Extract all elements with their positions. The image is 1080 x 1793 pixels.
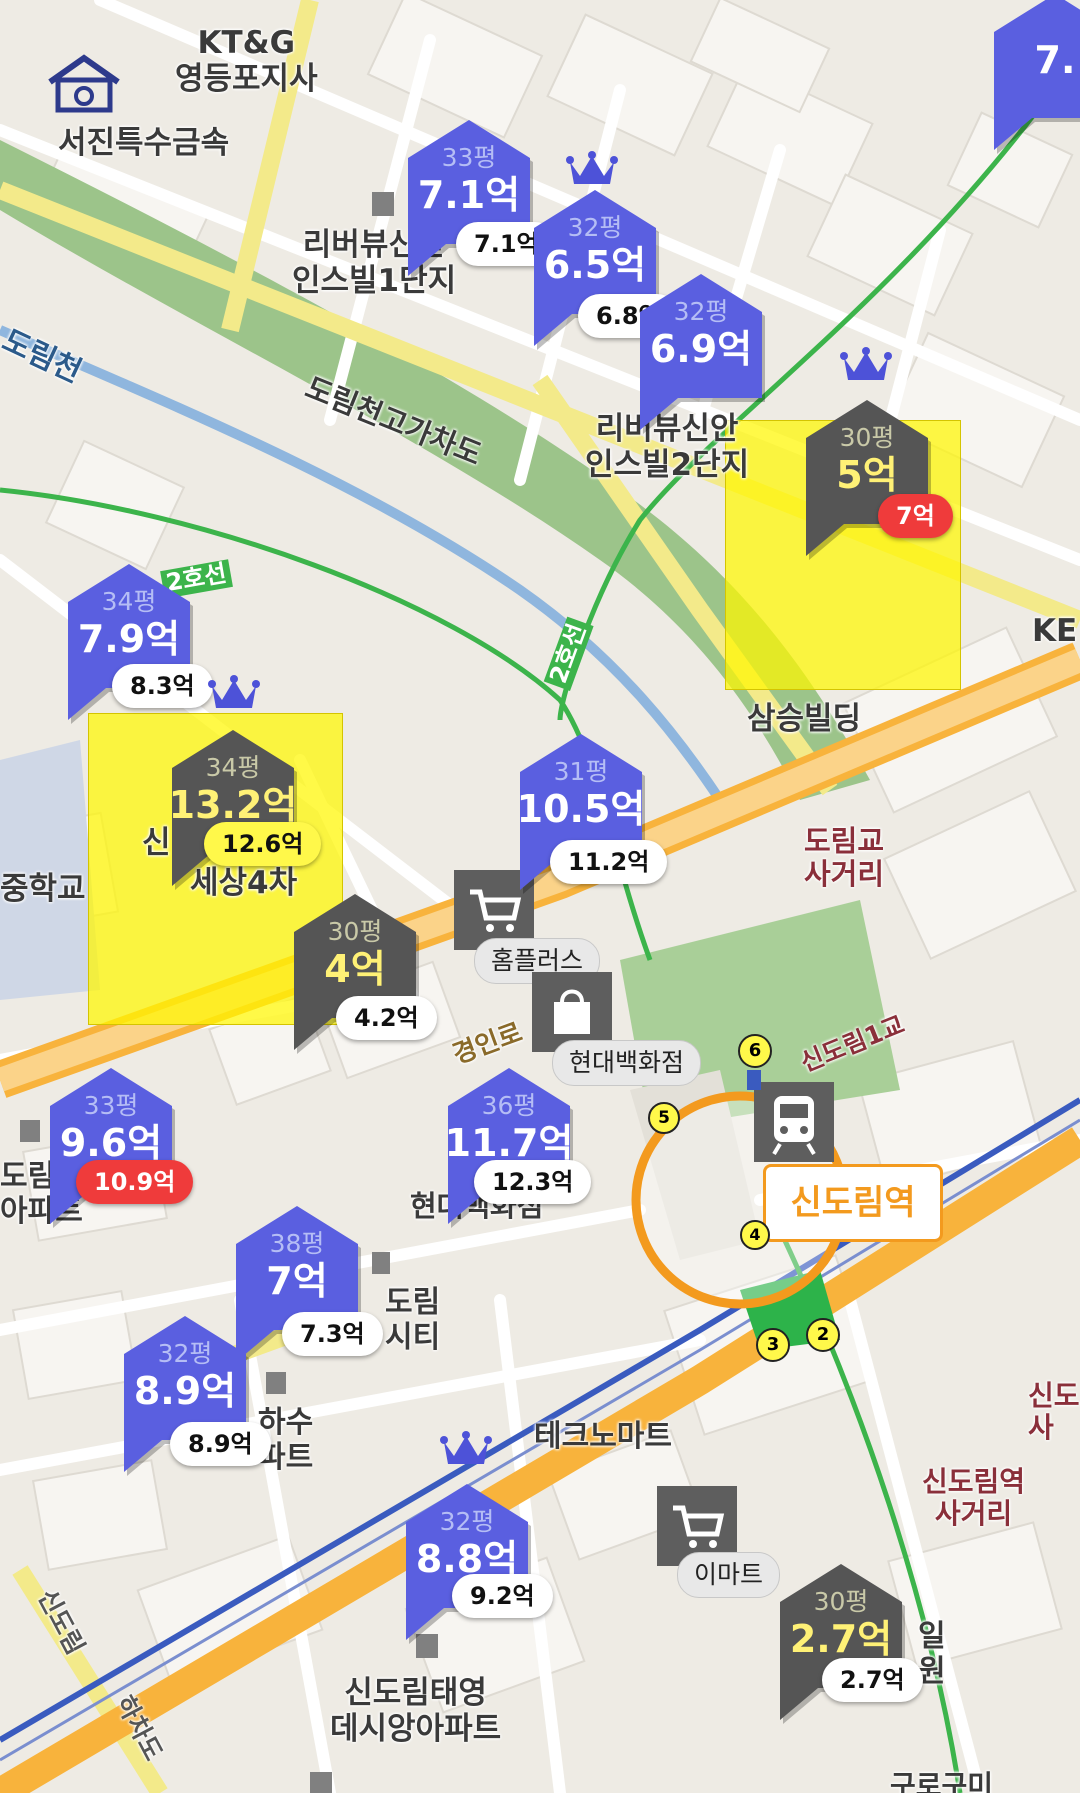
listing-price-bubble[interactable]: 12.6억 [204,822,322,866]
exit-5-badge[interactable]: 5 [648,1102,680,1134]
crown-icon [208,674,260,712]
exit-2-badge[interactable]: 2 [806,1318,840,1352]
listing-price-bubble[interactable]: 7.3억 [282,1312,383,1356]
listing-price: 7. [1034,38,1076,82]
listing-price-bubble[interactable]: 8.3억 [112,664,213,708]
listing-price-bubble[interactable]: 11.2억 [550,840,668,884]
place-label-bottom-partial: 구로구미 [890,1769,994,1793]
listing-price: 7억 [266,1259,328,1303]
place-label-sindorim-right: 신도 사 [1028,1379,1080,1445]
crown-icon [566,150,618,188]
place-label-techno: 테크노마트 [534,1419,672,1454]
listing-price: 11.7억 [444,1121,574,1165]
place-label-sindorim-crossroad: 신도림역 사거리 [922,1465,1026,1531]
listing-price: 2.7억 [789,1617,893,1661]
listing-price: 10.5억 [516,787,646,831]
place-label-samseung: 삼승빌딩 [747,701,862,737]
listing-price-bubble[interactable]: 10.9억 [76,1160,194,1204]
listing-pin[interactable]: 32평 6.9억 [626,270,776,440]
crown-icon [840,346,892,384]
place-label-ke-partial: KE [1032,613,1078,649]
listing-price: 8.9억 [133,1369,237,1413]
listing-pin[interactable]: 32평 8.8억 [392,1480,542,1650]
place-label-dorimgyo: 도림교 사거리 [804,824,885,892]
listing-price: 4억 [324,947,386,991]
listing-pin[interactable]: 33평 9.6억 [36,1064,186,1234]
listing-pin[interactable]: 30평 5억 [792,396,942,566]
listing-price: 6.9억 [649,327,753,371]
subway-icon[interactable] [754,1082,834,1162]
exit-6-marker [747,1070,761,1090]
listing-pin[interactable]: 34평 13.2억 [158,726,308,896]
place-label-dorim-city: 도림 시티 [385,1285,441,1355]
listing-price-bubble[interactable]: 12.3억 [474,1160,592,1204]
listing-pin[interactable]: 30평 2.7억 [766,1560,916,1730]
listing-price-bubble[interactable]: 2.7억 [822,1658,923,1702]
listing-pin[interactable]: 7. [980,0,1080,160]
listing-price: 5억 [836,453,898,497]
crown-icon [440,1430,492,1468]
place-label-ktng: KT&G 영등포지사 [175,25,318,97]
listing-price: 7.9억 [77,617,181,661]
listing-price-bubble[interactable]: 4.2억 [336,996,437,1040]
poi-emart-label[interactable]: 이마트 [677,1552,781,1598]
place-label-middle-school: 중학교 [0,871,86,907]
listing-price-bubble[interactable]: 7억 [878,494,953,538]
listing-pin[interactable]: 36평 11.7억 [434,1064,584,1234]
listing-price: 9.6억 [59,1121,163,1165]
map-view[interactable]: KT&G 영등포지사 서진특수금속 리버뷰신안 인스빌1단지 리버뷰신안 인스빌… [0,0,1080,1793]
exit-4-badge[interactable]: 4 [740,1220,770,1250]
listing-price-bubble[interactable]: 8.9억 [170,1422,271,1466]
listing-price: 13.2억 [168,783,298,827]
place-label-taeyoung: 신도림태영 데시앙아파트 [330,1675,502,1747]
ktng-logo-icon [48,54,120,113]
listing-price-bubble[interactable]: 9.2억 [452,1574,553,1618]
station-name-label[interactable]: 신도림역 [763,1164,943,1242]
place-label-seojin: 서진특수금속 [58,125,230,161]
exit-6-badge[interactable]: 6 [738,1034,772,1068]
exit-3-badge[interactable]: 3 [756,1328,790,1362]
